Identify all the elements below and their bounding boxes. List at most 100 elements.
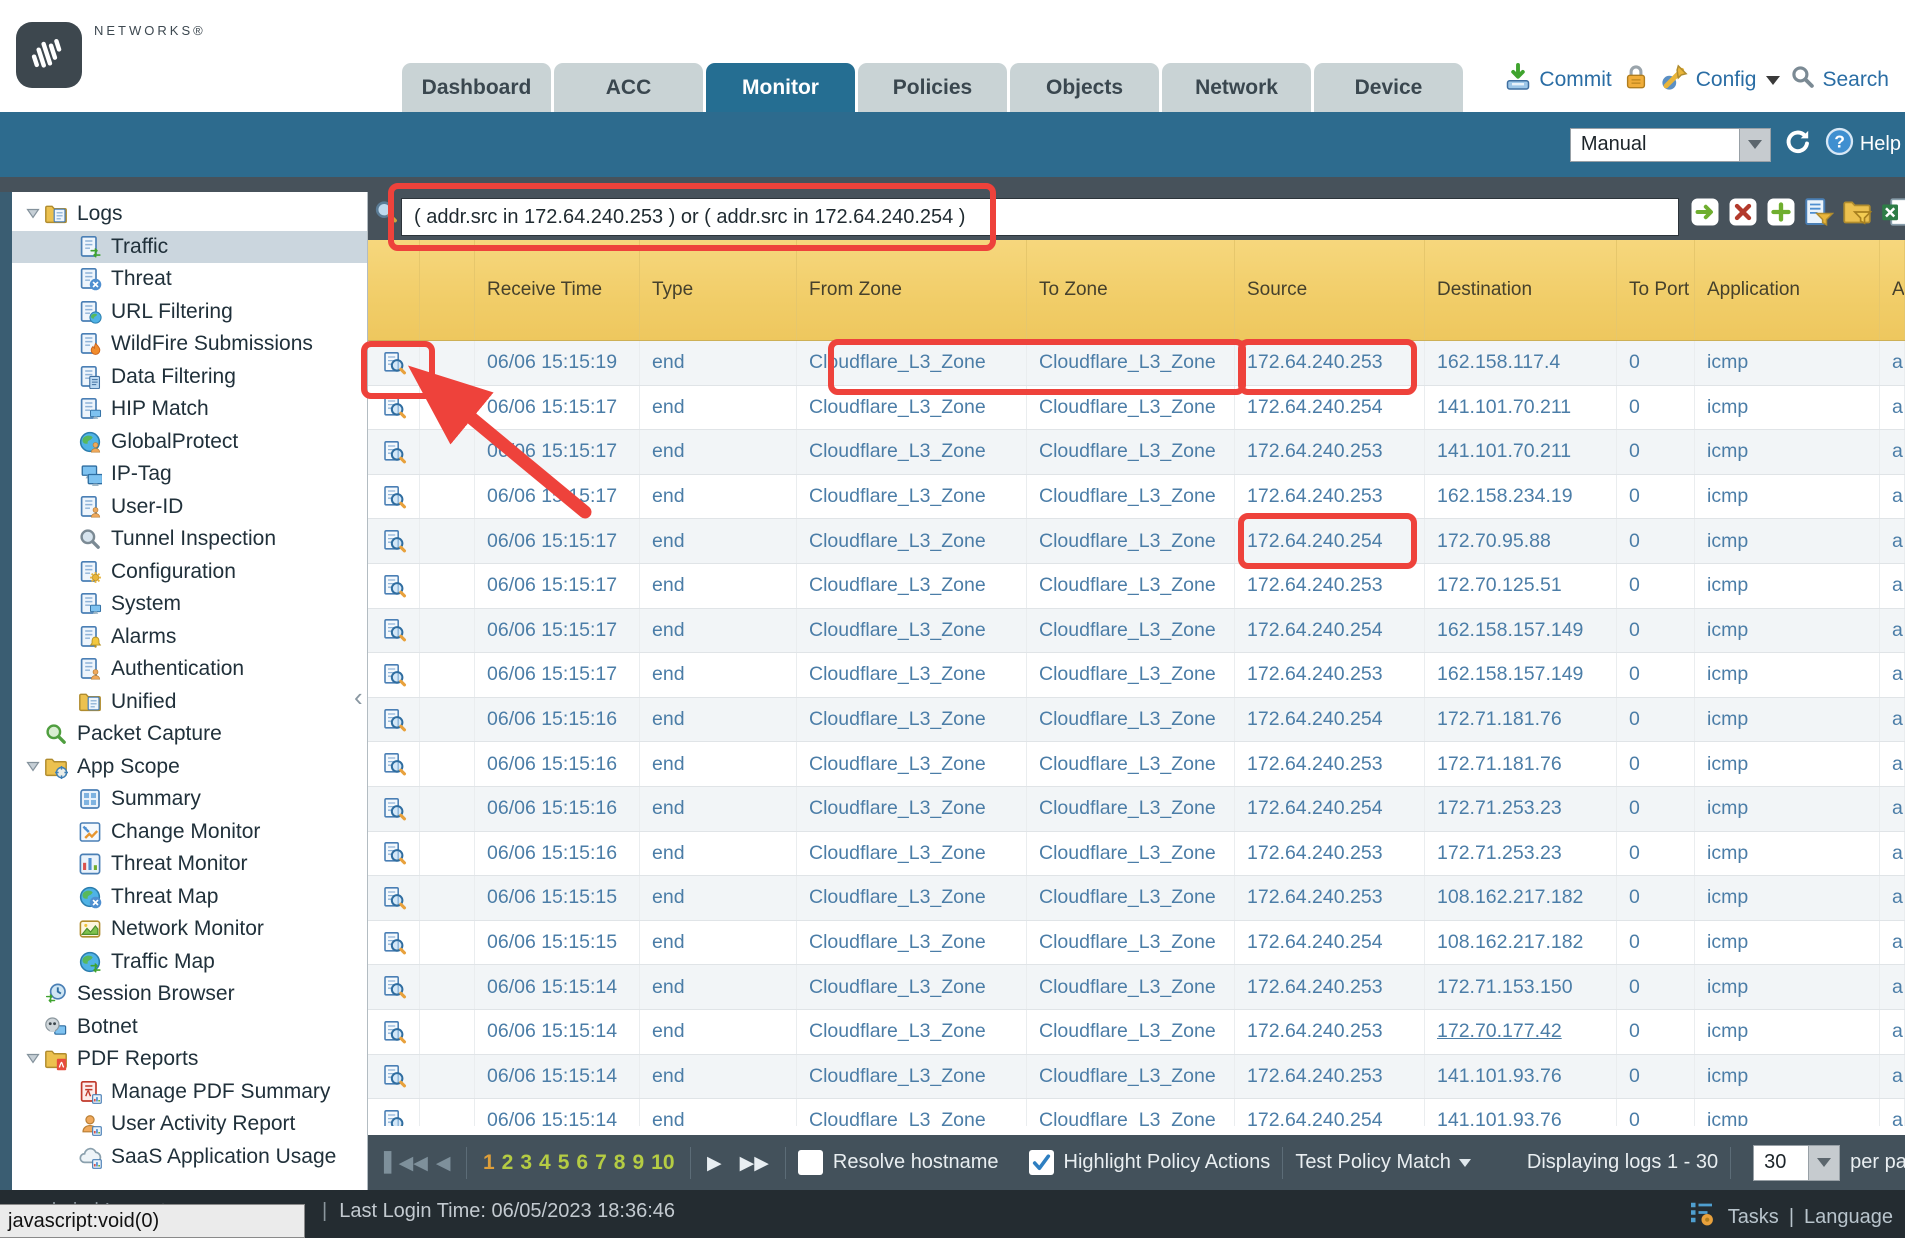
refresh-icon[interactable]: [1783, 127, 1813, 162]
source-link[interactable]: 172.64.240.253: [1235, 876, 1425, 920]
to-zone-cell[interactable]: Cloudflare_L3_Zone: [1027, 921, 1235, 965]
column-header-receive-time[interactable]: Receive Time: [475, 240, 640, 340]
config-menu-button[interactable]: Config: [1660, 62, 1781, 98]
from-zone-cell[interactable]: Cloudflare_L3_Zone: [797, 742, 1027, 786]
sidebar-item-threat-monitor[interactable]: Threat Monitor: [12, 848, 367, 881]
destination-link[interactable]: 108.162.217.182: [1425, 921, 1617, 965]
to-zone-cell[interactable]: Cloudflare_L3_Zone: [1027, 564, 1235, 608]
table-row[interactable]: 06/06 15:15:17endCloudflare_L3_ZoneCloud…: [368, 653, 1905, 698]
application-cell[interactable]: icmp: [1695, 386, 1880, 430]
application-cell[interactable]: icmp: [1695, 519, 1880, 563]
page-number-1[interactable]: 1: [483, 1151, 495, 1174]
column-header-type[interactable]: Type: [640, 240, 797, 340]
application-cell[interactable]: icmp: [1695, 475, 1880, 519]
test-policy-match-button[interactable]: Test Policy Match: [1295, 1151, 1471, 1174]
to-zone-cell[interactable]: Cloudflare_L3_Zone: [1027, 1055, 1235, 1099]
tasks-button[interactable]: Tasks: [1728, 1206, 1779, 1229]
sidebar-item-network-monitor[interactable]: Network Monitor: [12, 913, 367, 946]
sidebar-item-summary[interactable]: Summary: [12, 783, 367, 816]
from-zone-cell[interactable]: Cloudflare_L3_Zone: [797, 787, 1027, 831]
log-detail-icon[interactable]: [368, 698, 420, 742]
application-cell[interactable]: icmp: [1695, 1010, 1880, 1054]
page-number-6[interactable]: 6: [576, 1151, 588, 1174]
log-detail-icon[interactable]: [368, 742, 420, 786]
tab-device[interactable]: Device: [1314, 63, 1463, 112]
tab-monitor[interactable]: Monitor: [706, 63, 855, 112]
source-link[interactable]: 172.64.240.253: [1235, 1010, 1425, 1054]
to-zone-cell[interactable]: Cloudflare_L3_Zone: [1027, 653, 1235, 697]
page-number-8[interactable]: 8: [614, 1151, 626, 1174]
add-filter-icon[interactable]: [1766, 197, 1796, 227]
source-link[interactable]: 172.64.240.254: [1235, 519, 1425, 563]
application-cell[interactable]: icmp: [1695, 1055, 1880, 1099]
sidebar-item-traffic-map[interactable]: Traffic Map: [12, 946, 367, 979]
log-detail-icon[interactable]: [368, 876, 420, 920]
destination-link[interactable]: 172.70.125.51: [1425, 564, 1617, 608]
sidebar-item-user-activity-report[interactable]: User Activity Report: [12, 1108, 367, 1141]
application-cell[interactable]: icmp: [1695, 1099, 1880, 1126]
application-cell[interactable]: icmp: [1695, 341, 1880, 385]
first-page-button[interactable]: ▌◀◀: [384, 1152, 428, 1174]
to-zone-cell[interactable]: Cloudflare_L3_Zone: [1027, 787, 1235, 831]
to-zone-cell[interactable]: Cloudflare_L3_Zone: [1027, 475, 1235, 519]
log-detail-icon[interactable]: [368, 1099, 420, 1126]
to-zone-cell[interactable]: Cloudflare_L3_Zone: [1027, 519, 1235, 563]
table-row[interactable]: 06/06 15:15:15endCloudflare_L3_ZoneCloud…: [368, 921, 1905, 966]
application-cell[interactable]: icmp: [1695, 787, 1880, 831]
source-link[interactable]: 172.64.240.253: [1235, 1055, 1425, 1099]
sidebar-item-threat[interactable]: Threat: [12, 263, 367, 296]
source-link[interactable]: 172.64.240.253: [1235, 475, 1425, 519]
tab-policies[interactable]: Policies: [858, 63, 1007, 112]
tab-network[interactable]: Network: [1162, 63, 1311, 112]
from-zone-cell[interactable]: Cloudflare_L3_Zone: [797, 653, 1027, 697]
table-row[interactable]: 06/06 15:15:17endCloudflare_L3_ZoneCloud…: [368, 519, 1905, 564]
log-detail-icon[interactable]: [368, 1055, 420, 1099]
application-cell[interactable]: icmp: [1695, 430, 1880, 474]
page-number-4[interactable]: 4: [539, 1151, 551, 1174]
log-detail-icon[interactable]: [368, 787, 420, 831]
from-zone-cell[interactable]: Cloudflare_L3_Zone: [797, 609, 1027, 653]
table-row[interactable]: 06/06 15:15:16endCloudflare_L3_ZoneCloud…: [368, 698, 1905, 743]
commit-button[interactable]: Commit: [1503, 62, 1611, 98]
help-button[interactable]: ? Help: [1825, 127, 1901, 162]
apply-filter-icon[interactable]: [1690, 197, 1720, 227]
sidebar-item-change-monitor[interactable]: Change Monitor: [12, 816, 367, 849]
sidebar-item-url-filtering[interactable]: URL Filtering: [12, 296, 367, 329]
source-link[interactable]: 172.64.240.253: [1235, 742, 1425, 786]
source-link[interactable]: 172.64.240.253: [1235, 430, 1425, 474]
log-detail-icon[interactable]: [368, 653, 420, 697]
clear-filter-icon[interactable]: [1728, 197, 1758, 227]
sidebar-item-data-filtering[interactable]: Data Filtering: [12, 361, 367, 394]
application-cell[interactable]: icmp: [1695, 742, 1880, 786]
to-zone-cell[interactable]: Cloudflare_L3_Zone: [1027, 832, 1235, 876]
table-row[interactable]: 06/06 15:15:14endCloudflare_L3_ZoneCloud…: [368, 965, 1905, 1010]
from-zone-cell[interactable]: Cloudflare_L3_Zone: [797, 698, 1027, 742]
tree-expander-icon[interactable]: [24, 757, 44, 777]
column-header-to-zone[interactable]: To Zone: [1027, 240, 1235, 340]
source-link[interactable]: 172.64.240.253: [1235, 653, 1425, 697]
from-zone-cell[interactable]: Cloudflare_L3_Zone: [797, 564, 1027, 608]
sidebar-item-unified[interactable]: Unified: [12, 686, 367, 719]
next-page-button[interactable]: ▶: [707, 1152, 722, 1174]
export-to-csv-icon[interactable]: [1880, 197, 1905, 227]
from-zone-cell[interactable]: Cloudflare_L3_Zone: [797, 876, 1027, 920]
to-zone-cell[interactable]: Cloudflare_L3_Zone: [1027, 386, 1235, 430]
destination-link[interactable]: 162.158.117.4: [1425, 341, 1617, 385]
sidebar-item-configuration[interactable]: Configuration: [12, 556, 367, 589]
to-zone-cell[interactable]: Cloudflare_L3_Zone: [1027, 876, 1235, 920]
page-number-5[interactable]: 5: [558, 1151, 570, 1174]
sidebar-item-packet-capture[interactable]: Packet Capture: [12, 718, 367, 751]
destination-link[interactable]: 141.101.70.211: [1425, 430, 1617, 474]
sidebar-item-threat-map[interactable]: Threat Map: [12, 881, 367, 914]
tree-expander-icon[interactable]: [24, 204, 44, 224]
table-row[interactable]: 06/06 15:15:14endCloudflare_L3_ZoneCloud…: [368, 1099, 1905, 1126]
column-header-application[interactable]: Application: [1695, 240, 1880, 340]
from-zone-cell[interactable]: Cloudflare_L3_Zone: [797, 341, 1027, 385]
destination-link[interactable]: 162.158.157.149: [1425, 609, 1617, 653]
table-row[interactable]: 06/06 15:15:14endCloudflare_L3_ZoneCloud…: [368, 1010, 1905, 1055]
column-header-action[interactable]: Action: [1880, 240, 1905, 340]
column-header-source[interactable]: Source: [1235, 240, 1425, 340]
source-link[interactable]: 172.64.240.253: [1235, 832, 1425, 876]
log-detail-icon[interactable]: [368, 519, 420, 563]
destination-link[interactable]: 141.101.93.76: [1425, 1055, 1617, 1099]
